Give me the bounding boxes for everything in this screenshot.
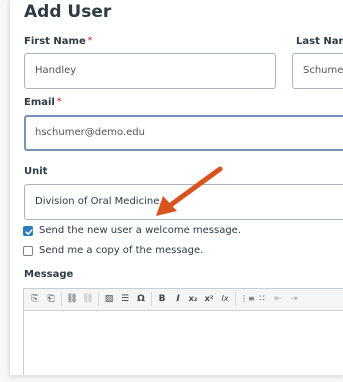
last-name-field[interactable]: Schumer bbox=[292, 53, 343, 89]
add-user-form: Add User First Name* Handley Last Name S… bbox=[9, 0, 343, 376]
callout-arrow-icon bbox=[156, 166, 223, 216]
email-label: Email * bbox=[24, 97, 62, 108]
bold-icon[interactable]: B bbox=[156, 292, 168, 306]
subscript-icon[interactable]: x₂ bbox=[187, 292, 199, 306]
editor-toolbar: ⎘ ⎗ ⛓ ⛓ ▨ ☰ Ω B I x₂ x² Ix ⋮≡ ∷ ⇤ ⇥ bbox=[23, 288, 343, 310]
email-field[interactable]: hschumer@demo.edu bbox=[24, 115, 343, 151]
unlink-icon[interactable]: ⛓ bbox=[82, 292, 94, 306]
last-name-label: Last Name bbox=[296, 36, 343, 47]
outdent-icon[interactable]: ⇤ bbox=[272, 292, 284, 306]
special-character-icon[interactable]: Ω bbox=[135, 292, 147, 306]
message-editor[interactable] bbox=[23, 310, 343, 375]
italic-icon[interactable]: I bbox=[172, 292, 184, 306]
toolbar-divider bbox=[98, 292, 99, 306]
send-copy-checkbox[interactable] bbox=[23, 246, 33, 256]
unit-label: Unit bbox=[24, 166, 48, 177]
numbered-list-icon[interactable]: ⋮≡ bbox=[240, 292, 255, 306]
indent-icon[interactable]: ⇥ bbox=[288, 292, 300, 306]
required-marker: * bbox=[56, 97, 62, 107]
send-welcome-checkbox[interactable] bbox=[23, 226, 33, 236]
first-name-label: First Name * bbox=[24, 36, 93, 47]
first-name-field[interactable]: Handley bbox=[24, 53, 276, 89]
message-label: Message bbox=[24, 269, 74, 280]
toolbar-divider bbox=[151, 292, 152, 306]
remove-format-icon[interactable]: Ix bbox=[219, 292, 231, 306]
page-title: Add User bbox=[24, 2, 112, 22]
superscript-icon[interactable]: x² bbox=[203, 292, 215, 306]
paste-text-icon[interactable]: ⎗ bbox=[45, 292, 57, 306]
image-icon[interactable]: ▨ bbox=[103, 292, 115, 306]
send-welcome-label: Send the new user a welcome message. bbox=[39, 225, 242, 236]
send-copy-label: Send me a copy of the message. bbox=[39, 245, 204, 256]
bulleted-list-icon[interactable]: ∷ bbox=[256, 292, 268, 306]
link-icon[interactable]: ⛓ bbox=[66, 292, 78, 306]
checkmark-icon bbox=[25, 229, 33, 235]
required-marker: * bbox=[87, 36, 93, 46]
toolbar-divider bbox=[235, 292, 236, 306]
horizontal-line-icon[interactable]: ☰ bbox=[119, 292, 131, 306]
toolbar-divider bbox=[61, 292, 62, 306]
paste-icon[interactable]: ⎘ bbox=[29, 292, 41, 306]
